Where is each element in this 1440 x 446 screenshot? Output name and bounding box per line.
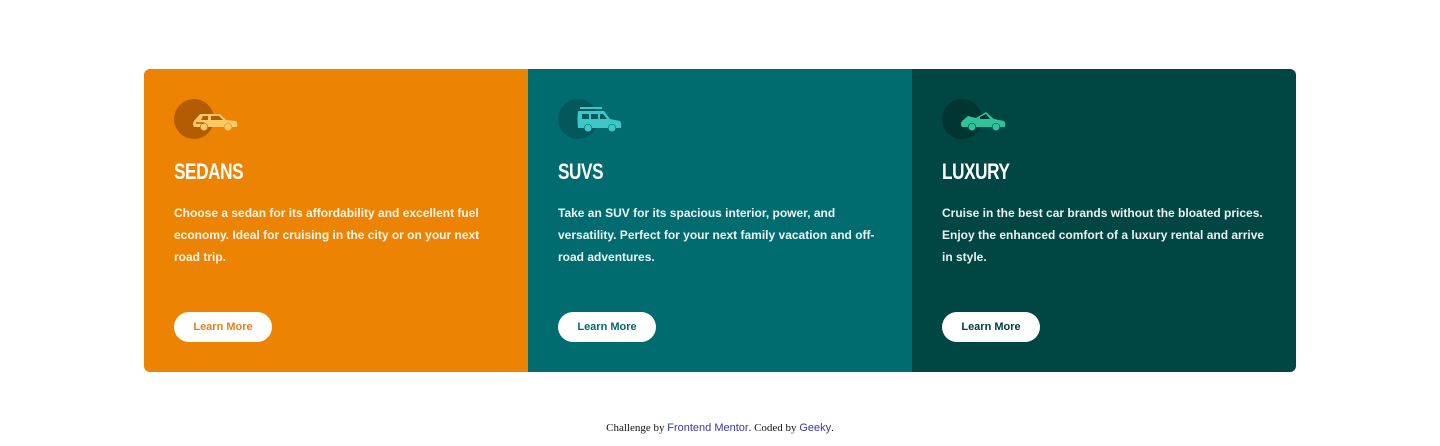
suv-car-icon <box>558 99 622 139</box>
card-title: SUVS <box>558 159 604 184</box>
author-link[interactable]: Geeky <box>799 422 831 434</box>
learn-more-button[interactable]: Learn More <box>558 312 656 342</box>
sedan-car-icon <box>174 99 238 139</box>
card-suvs: SUVS Take an SUV for its spacious interi… <box>528 69 912 372</box>
card-sedans: SEDANS Choose a sedan for its affordabil… <box>144 69 528 372</box>
learn-more-button[interactable]: Learn More <box>942 312 1040 342</box>
card-luxury: LUXURY Cruise in the best car brands wit… <box>912 69 1296 372</box>
card-title: SEDANS <box>174 159 244 184</box>
footer-suffix: . <box>831 422 834 434</box>
card-description: Take an SUV for its spacious interior, p… <box>558 206 875 264</box>
luxury-car-icon <box>942 99 1006 139</box>
card-description: Cruise in the best car brands without th… <box>942 206 1265 264</box>
attribution-footer: Challenge by Frontend Mentor. Coded by G… <box>0 422 1440 434</box>
frontend-mentor-link[interactable]: Frontend Mentor <box>667 422 748 434</box>
footer-prefix: Challenge by <box>606 422 668 434</box>
card-title: LUXURY <box>942 159 1010 184</box>
card-description: Choose a sedan for its affordability and… <box>174 206 480 264</box>
learn-more-button[interactable]: Learn More <box>174 312 272 342</box>
footer-middle: . Coded by <box>748 422 800 434</box>
card-group: SEDANS Choose a sedan for its affordabil… <box>144 69 1296 372</box>
